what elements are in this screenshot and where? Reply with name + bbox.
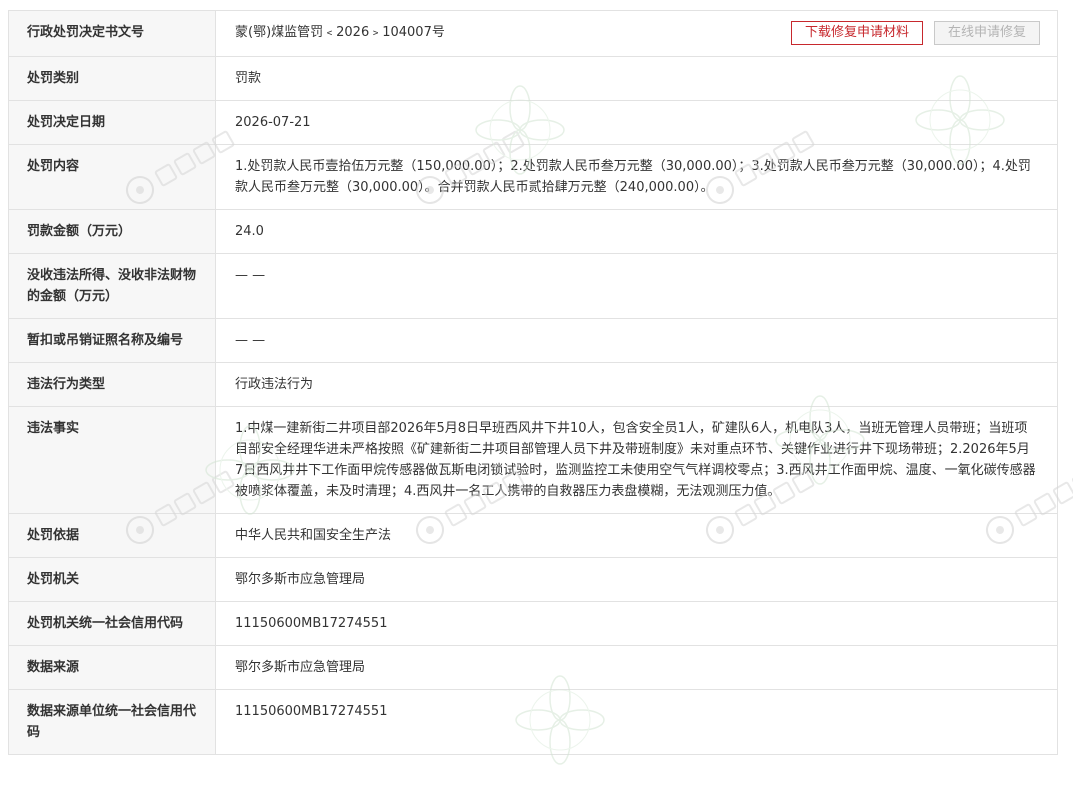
value-data-source: 鄂尔多斯市应急管理局: [215, 645, 1058, 690]
row-decision-date: 处罚决定日期 2026-07-21: [8, 100, 1058, 145]
label-penalty-authority: 处罚机关: [8, 557, 216, 602]
value-decision-number-cell: 下载修复申请材料 在线申请修复 蒙(鄂)煤监管罚﹤2026﹥104007号: [215, 10, 1058, 57]
label-license-revocation: 暂扣或吊销证照名称及编号: [8, 318, 216, 363]
value-violation-type: 行政违法行为: [215, 362, 1058, 407]
value-penalty-authority: 鄂尔多斯市应急管理局: [215, 557, 1058, 602]
online-repair-button: 在线申请修复: [933, 21, 1040, 45]
row-confiscation-amount: 没收违法所得、没收非法财物的金额（万元） — —: [8, 253, 1058, 319]
label-penalty-category: 处罚类别: [8, 56, 216, 101]
row-decision-number: 行政处罚决定书文号 下载修复申请材料 在线申请修复 蒙(鄂)煤监管罚﹤2026﹥1…: [8, 10, 1058, 57]
value-penalty-content: 1.处罚款人民币壹拾伍万元整（150,000.00）；2.处罚款人民币叁万元整（…: [215, 144, 1058, 210]
row-violation-facts: 违法事实 1.中煤一建新街二井项目部2026年5月8日早班西风井下井10人，包含…: [8, 406, 1058, 514]
row-violation-type: 违法行为类型 行政违法行为: [8, 362, 1058, 407]
label-data-source: 数据来源: [8, 645, 216, 690]
label-violation-type: 违法行为类型: [8, 362, 216, 407]
row-penalty-content: 处罚内容 1.处罚款人民币壹拾伍万元整（150,000.00）；2.处罚款人民币…: [8, 144, 1058, 210]
value-confiscation-amount: — —: [215, 253, 1058, 319]
value-legal-basis: 中华人民共和国安全生产法: [215, 513, 1058, 558]
row-legal-basis: 处罚依据 中华人民共和国安全生产法: [8, 513, 1058, 558]
label-violation-facts: 违法事实: [8, 406, 216, 514]
row-source-credit-code: 数据来源单位统一社会信用代码 11150600MB17274551: [8, 689, 1058, 755]
value-source-credit-code: 11150600MB17274551: [215, 689, 1058, 755]
row-fine-amount: 罚款金额（万元） 24.0: [8, 209, 1058, 254]
row-license-revocation: 暂扣或吊销证照名称及编号 — —: [8, 318, 1058, 363]
value-fine-amount: 24.0: [215, 209, 1058, 254]
value-decision-number: 蒙(鄂)煤监管罚﹤2026﹥104007号: [235, 25, 445, 40]
value-license-revocation: — —: [215, 318, 1058, 363]
row-penalty-authority: 处罚机关 鄂尔多斯市应急管理局: [8, 557, 1058, 602]
label-confiscation-amount: 没收违法所得、没收非法财物的金额（万元）: [8, 253, 216, 319]
label-legal-basis: 处罚依据: [8, 513, 216, 558]
download-repair-materials-button[interactable]: 下载修复申请材料: [790, 21, 923, 45]
value-authority-credit-code: 11150600MB17274551: [215, 601, 1058, 646]
value-violation-facts: 1.中煤一建新街二井项目部2026年5月8日早班西风井下井10人，包含安全员1人…: [215, 406, 1058, 514]
row-authority-credit-code: 处罚机关统一社会信用代码 11150600MB17274551: [8, 601, 1058, 646]
value-decision-date: 2026-07-21: [215, 100, 1058, 145]
label-source-credit-code: 数据来源单位统一社会信用代码: [8, 689, 216, 755]
label-authority-credit-code: 处罚机关统一社会信用代码: [8, 601, 216, 646]
label-decision-number: 行政处罚决定书文号: [8, 10, 216, 57]
value-penalty-category: 罚款: [215, 56, 1058, 101]
row-penalty-category: 处罚类别 罚款: [8, 56, 1058, 101]
label-decision-date: 处罚决定日期: [8, 100, 216, 145]
label-fine-amount: 罚款金额（万元）: [8, 209, 216, 254]
penalty-detail-table: 行政处罚决定书文号 下载修复申请材料 在线申请修复 蒙(鄂)煤监管罚﹤2026﹥1…: [8, 10, 1058, 755]
repair-actions: 下载修复申请材料 在线申请修复: [780, 21, 1040, 45]
label-penalty-content: 处罚内容: [8, 144, 216, 210]
row-data-source: 数据来源 鄂尔多斯市应急管理局: [8, 645, 1058, 690]
